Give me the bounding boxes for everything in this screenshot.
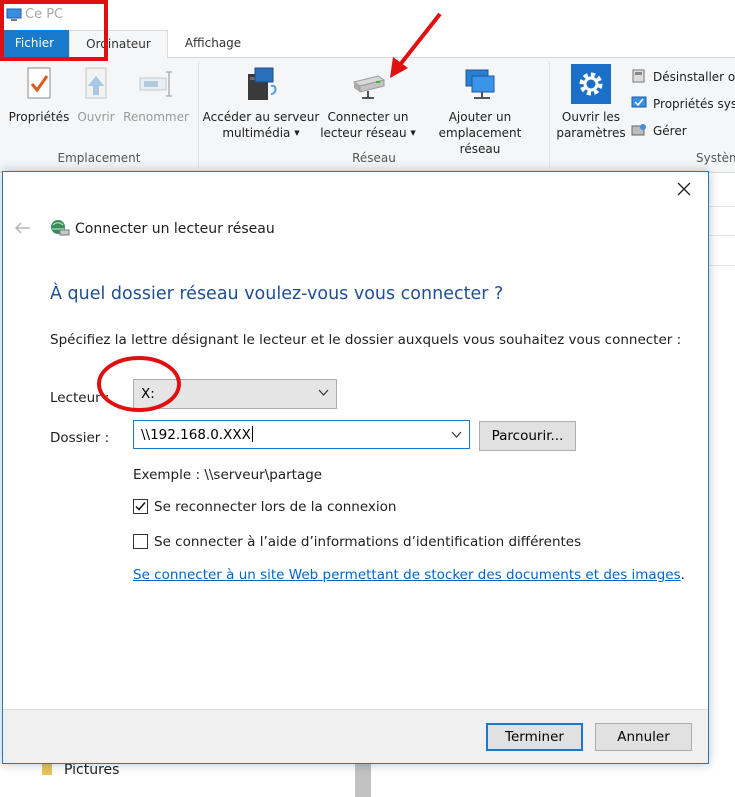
- divider: [709, 265, 735, 266]
- web-storage-link-text[interactable]: Se connecter à un site Web permettant de…: [133, 567, 681, 583]
- chevron-down-icon: ▼: [294, 129, 300, 137]
- example-text: Exemple : \\serveur\partage: [133, 467, 323, 483]
- back-arrow-icon[interactable]: [13, 220, 31, 236]
- uninstall-button[interactable]: Désinstaller ou: [631, 68, 735, 84]
- system-properties-label: Propriétés sys: [653, 97, 735, 111]
- properties-button[interactable]: Propriétés: [6, 62, 72, 125]
- network-drive-icon: [352, 75, 386, 99]
- manage-label: Gérer: [653, 124, 687, 138]
- map-drive-label-line2: lecteur réseau: [320, 126, 407, 140]
- open-button[interactable]: Ouvrir: [74, 62, 118, 125]
- uninstall-icon: [632, 69, 645, 83]
- manage-button[interactable]: Gérer: [631, 122, 687, 138]
- open-settings-button[interactable]: Ouvrir les paramètres: [553, 62, 629, 141]
- close-icon[interactable]: [673, 178, 695, 200]
- tab-affichage[interactable]: Affichage: [168, 30, 258, 58]
- dialog-title: Connecter un lecteur réseau: [75, 221, 275, 237]
- divider: [709, 206, 735, 207]
- explorer-content-strip: [709, 173, 735, 797]
- dialog-footer: Terminer Annuler: [3, 709, 708, 763]
- drive-label: Lecteur :: [50, 390, 110, 406]
- nav-item-label: Pictures: [64, 762, 120, 778]
- add-network-location-button[interactable]: Ajouter un emplacement réseau: [418, 62, 542, 157]
- system-properties-button[interactable]: Propriétés sys: [631, 95, 735, 111]
- ribbon-group-separator: [549, 62, 550, 168]
- add-location-label-line1: Ajouter un: [448, 110, 512, 124]
- map-network-drive-button[interactable]: Connecter un lecteur réseau ▼: [320, 62, 416, 141]
- ribbon-tab-bar: Fichier Ordinateur Affichage: [0, 30, 735, 59]
- folder-path-value: \\192.168.0.XXX: [141, 427, 251, 443]
- system-properties-icon: [631, 96, 647, 108]
- media-server-label-line1: Accéder au serveur: [202, 110, 320, 124]
- dialog-heading: À quel dossier réseau voulez-vous vous c…: [50, 284, 504, 304]
- network-drive-icon: [51, 220, 70, 236]
- rename-label: Renommer: [123, 110, 189, 124]
- uninstall-label: Désinstaller ou: [653, 70, 735, 84]
- explorer-title-bar: Ce PC: [0, 0, 735, 30]
- browse-button[interactable]: Parcourir...: [479, 421, 576, 451]
- web-storage-link[interactable]: Se connecter à un site Web permettant de…: [133, 567, 685, 583]
- dialog-instruction: Spécifiez la lettre désignant le lecteur…: [50, 332, 682, 348]
- drive-letter-select[interactable]: X:: [133, 379, 337, 409]
- credentials-label: Se connecter à l’aide d’informations d’i…: [154, 534, 582, 550]
- chevron-down-icon: ▼: [410, 129, 416, 137]
- credentials-checkbox[interactable]: [133, 534, 148, 549]
- properties-icon: [27, 67, 51, 99]
- media-server-icon: [248, 67, 277, 100]
- link-suffix: .: [680, 567, 685, 583]
- network-location-icon: [465, 69, 495, 99]
- drive-letter-value: X:: [141, 386, 155, 402]
- map-network-drive-dialog: Connecter un lecteur réseau À quel dossi…: [2, 171, 709, 764]
- group-label-systeme: Systèm: [696, 151, 735, 165]
- rename-icon: [139, 71, 172, 97]
- settings-label-line1: Ouvrir les: [561, 110, 621, 124]
- text-cursor: [251, 426, 253, 442]
- folder-path-input[interactable]: \\192.168.0.XXX: [133, 420, 470, 449]
- open-icon: [85, 67, 107, 99]
- map-drive-label-line1: Connecter un: [327, 110, 409, 124]
- ribbon: Propriétés Ouvrir Renommer Emplacement A…: [0, 58, 735, 173]
- credentials-checkbox-row[interactable]: Se connecter à l’aide d’informations d’i…: [133, 534, 581, 550]
- reconnect-label: Se reconnecter lors de la connexion: [154, 499, 397, 515]
- chevron-down-icon[interactable]: [451, 431, 462, 439]
- checkmark-icon: [135, 502, 146, 511]
- rename-button[interactable]: Renommer: [121, 62, 191, 125]
- open-label: Ouvrir: [77, 110, 115, 124]
- scrollbar-thumb[interactable]: [355, 764, 371, 797]
- manage-icon: [631, 124, 646, 136]
- gear-icon: [571, 64, 611, 104]
- reconnect-checkbox-row[interactable]: Se reconnecter lors de la connexion: [133, 499, 396, 515]
- chevron-down-icon: [318, 389, 329, 396]
- folder-label: Dossier :: [50, 430, 110, 446]
- media-server-button[interactable]: Accéder au serveur multimédia ▼: [202, 62, 320, 141]
- group-label-reseau: Réseau: [352, 151, 396, 165]
- finish-button[interactable]: Terminer: [486, 723, 583, 751]
- properties-label: Propriétés: [8, 110, 70, 124]
- annotation-highlight-box: [0, 0, 108, 61]
- media-server-label-line2: multimédia: [222, 126, 291, 140]
- group-label-emplacement: Emplacement: [57, 151, 141, 165]
- divider: [709, 235, 735, 236]
- reconnect-checkbox[interactable]: [133, 499, 148, 514]
- nav-item-pictures[interactable]: Pictures: [42, 762, 119, 778]
- cancel-button[interactable]: Annuler: [595, 723, 692, 751]
- settings-label-line2: paramètres: [556, 126, 626, 140]
